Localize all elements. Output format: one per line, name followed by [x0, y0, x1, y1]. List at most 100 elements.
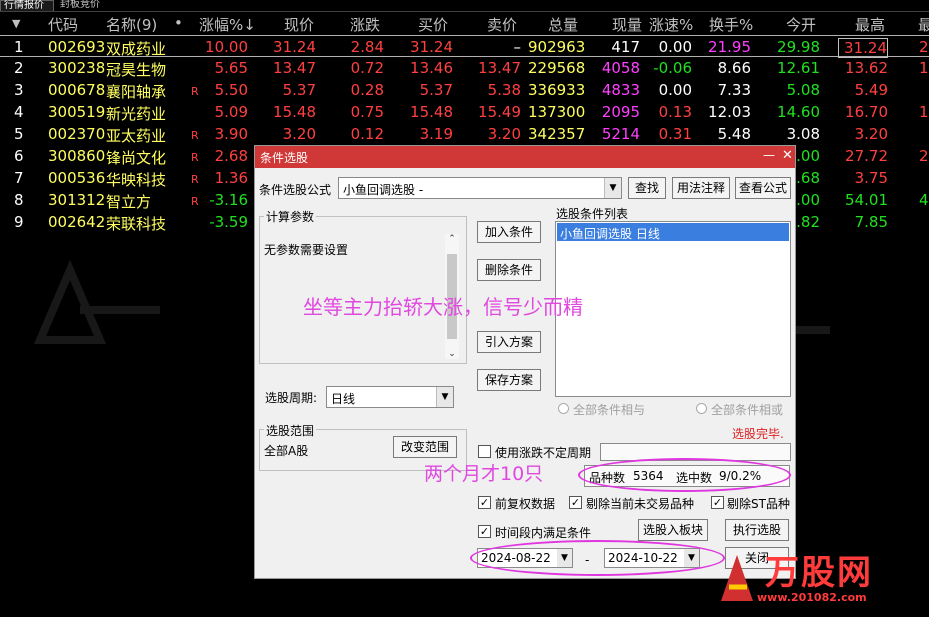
cell-ask: 13.47	[478, 59, 521, 77]
cell-price: 15.48	[273, 103, 316, 121]
cell-chg: 0.75	[350, 103, 384, 121]
cell-no: 9	[14, 213, 24, 231]
import-plan-button[interactable]: 引入方案	[477, 331, 541, 353]
sort-menu-icon[interactable]: ▼	[12, 17, 20, 30]
col-bid[interactable]: 买价	[418, 14, 448, 35]
exclude-st-label[interactable]: 剔除ST品种	[727, 495, 790, 512]
tab-quotes[interactable]: 行情报价	[0, 0, 54, 11]
usage-notes-button[interactable]: 用法注释	[672, 177, 730, 199]
cell-flag: R	[191, 151, 199, 164]
add-to-block-button[interactable]: 选股入板块	[638, 519, 708, 541]
find-button[interactable]: 查找	[628, 177, 666, 199]
cell-open: 3.08	[786, 125, 820, 143]
cell-pct: 5.09	[214, 103, 248, 121]
col-pct[interactable]: 涨幅%↓	[199, 14, 256, 35]
cell-spd: -0.06	[653, 59, 692, 77]
period-condition-label[interactable]: 时间段内满足条件	[495, 524, 591, 541]
cell-pct: 3.90	[214, 125, 248, 143]
radio-and[interactable]	[558, 403, 569, 414]
cell-spd: 0.31	[658, 125, 692, 143]
view-formula-button[interactable]: 查看公式	[735, 177, 791, 199]
cell-pct: 5.65	[214, 59, 248, 77]
cell-name: 冠昊生物	[106, 61, 167, 79]
table-row[interactable]: 2 300238 冠昊生物 5.65 13.47 0.72 13.46 13.47 229568…	[0, 57, 929, 79]
save-plan-button[interactable]: 保存方案	[477, 369, 541, 391]
chevron-down-icon[interactable]: ▼	[604, 178, 621, 198]
cell-no: 7	[14, 169, 24, 187]
cell-code: 300860	[48, 147, 106, 165]
col-speed[interactable]: 涨速%	[649, 14, 693, 35]
col-name[interactable]: 名称(9)	[106, 14, 157, 35]
condition-select-dialog: 条件选股 — ✕ 条件选股公式 小鱼回调选股 - ▼ 查找 用法注释 查看公式 …	[254, 145, 796, 579]
cell-pct: -3.59	[209, 213, 248, 231]
cell-chg: 2.84	[350, 38, 384, 56]
cell-no: 6	[14, 147, 24, 165]
table-row[interactable]: 1 002693 双成药业 10.00 31.24 2.84 31.24 –902963 417…	[0, 35, 929, 58]
adjust-checkbox[interactable]: ✓	[478, 496, 491, 509]
run-select-button[interactable]: 执行选股	[725, 519, 789, 541]
table-header: ▼ 代码 名称(9) • 涨幅%↓ 现价 涨跌 买价 卖价 总量 现量 涨速% …	[0, 12, 929, 34]
exclude-untraded-checkbox[interactable]: ✓	[569, 496, 582, 509]
col-cur-volume[interactable]: 现量	[612, 14, 642, 35]
cell-code: 002370	[48, 125, 106, 143]
condition-list[interactable]: 小鱼回调选股 日线	[555, 221, 791, 397]
cell-name: 荣联科技	[106, 215, 167, 233]
cell-high: 13.62	[845, 59, 888, 77]
period-select[interactable]: 日线 ▼	[326, 386, 454, 408]
scroll-up-icon[interactable]: ⌃	[445, 234, 459, 244]
brand-url: www.201082.com	[757, 591, 867, 604]
cell-open: 29.98	[777, 38, 820, 56]
col-turnover[interactable]: 换手%	[709, 14, 753, 35]
cell-name: 华映科技	[106, 171, 167, 189]
radio-or[interactable]	[696, 403, 707, 414]
cell-turn: 8.66	[717, 59, 751, 77]
delete-condition-button[interactable]: 删除条件	[477, 259, 541, 281]
col-ask[interactable]: 卖价	[487, 14, 517, 35]
period-condition-checkbox[interactable]: ✓	[478, 525, 491, 538]
col-high[interactable]: 最高	[855, 14, 885, 35]
cell-high: 3.75	[854, 169, 888, 187]
cell-no: 2	[14, 59, 24, 77]
cell-cur: 4833	[601, 81, 640, 99]
params-group	[259, 216, 467, 364]
close-icon[interactable]: ✕	[782, 148, 793, 163]
cell-no: 4	[14, 103, 24, 121]
list-title: 选股条件列表	[556, 207, 629, 221]
exclude-st-checkbox[interactable]: ✓	[711, 496, 724, 509]
cell-no: 3	[14, 81, 24, 99]
col-volume[interactable]: 总量	[548, 14, 578, 35]
cell-high: 3.20	[854, 125, 888, 143]
radio-or-label[interactable]: 全部条件相或	[711, 401, 783, 418]
col-more[interactable]: 最	[918, 14, 929, 35]
cell-vol: 137300	[528, 103, 586, 121]
tab-auction[interactable]: 封板竞价	[57, 0, 113, 11]
exclude-untraded-label[interactable]: 剔除当前未交易品种	[586, 495, 694, 512]
adjust-label[interactable]: 前复权数据	[495, 495, 555, 512]
col-open[interactable]: 今开	[786, 14, 816, 35]
col-change[interactable]: 涨跌	[350, 14, 380, 35]
col-dot: •	[174, 14, 183, 32]
col-code[interactable]: 代码	[48, 14, 78, 35]
col-price[interactable]: 现价	[284, 14, 314, 35]
minimize-icon[interactable]: —	[763, 148, 775, 162]
cell-vol: 342357	[528, 125, 586, 143]
table-row[interactable]: 5 002370 亚太药业 R 3.90 3.20 0.12 3.19 3.20 342357 52…	[0, 123, 929, 145]
radio-and-label[interactable]: 全部条件相与	[573, 401, 645, 418]
list-item-selected[interactable]: 小鱼回调选股 日线	[557, 223, 789, 241]
cell-name: 双成药业	[106, 40, 167, 58]
formula-select[interactable]: 小鱼回调选股 - ▼	[338, 177, 622, 199]
cell-spd: 0.00	[658, 81, 692, 99]
table-row[interactable]: 4 300519 新光药业 5.09 15.48 0.75 15.48 15.49 137300…	[0, 101, 929, 123]
dialog-titlebar[interactable]: 条件选股 — ✕	[255, 146, 795, 168]
scroll-down-icon[interactable]: ⌄	[445, 349, 459, 359]
uncertain-period-checkbox[interactable]	[478, 445, 491, 458]
cell-price: 31.24	[273, 38, 316, 56]
cell-name: 智立方	[106, 193, 152, 211]
add-condition-button[interactable]: 加入条件	[477, 221, 541, 243]
formula-label: 条件选股公式	[259, 183, 332, 197]
table-row[interactable]: 3 000678 襄阳轴承 R 5.50 5.37 0.28 5.37 5.38 336933 48…	[0, 79, 929, 101]
formula-value: 小鱼回调选股 -	[343, 183, 424, 197]
chevron-down-icon[interactable]: ▼	[436, 387, 453, 407]
cell-ask: 5.38	[487, 81, 521, 99]
change-range-button[interactable]: 改变范围	[393, 436, 457, 458]
